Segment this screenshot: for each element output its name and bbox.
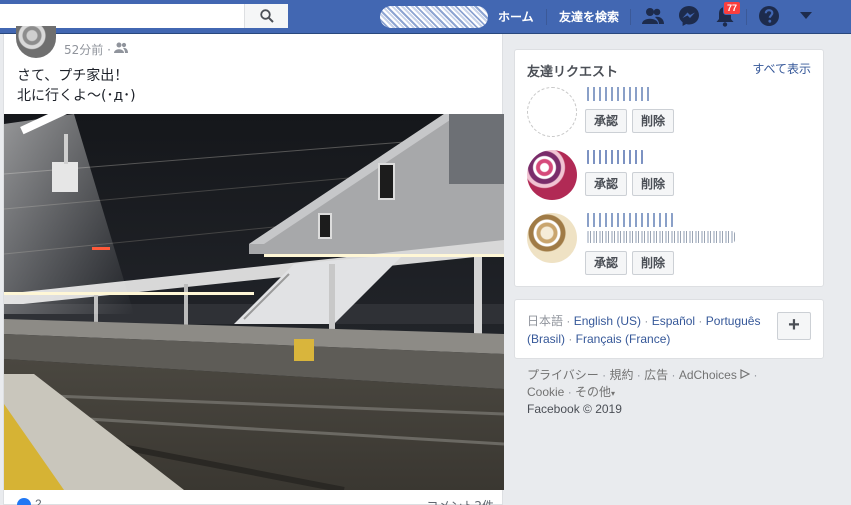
nav-divider [630,9,631,25]
feed-post: 52分前 · さて、プチ家出！ 北に行くよ〜(･д･) 2 [3,26,504,505]
comment-count-link[interactable]: コメント2件 [426,497,494,505]
requester-name[interactable] [585,87,653,101]
search-box[interactable] [0,4,288,28]
language-link-french[interactable]: Français (France) [576,332,671,346]
station-platform-photo [4,114,504,490]
find-friends-link[interactable]: 友達を検索 [559,8,619,25]
nav-divider [746,9,747,25]
footer-link-more[interactable]: その他 [575,385,611,399]
more-languages-button[interactable]: + [777,312,811,340]
requester-avatar[interactable] [527,213,577,263]
nav-divider [546,9,547,25]
reaction-count[interactable]: 2 [35,497,42,505]
caret-down-icon: ▾ [611,389,616,398]
search-input[interactable] [6,7,236,25]
current-language: 日本語 [527,314,564,328]
requester-mutual-info [585,231,735,243]
home-link[interactable]: ホーム [498,8,534,25]
requester-name[interactable] [585,213,675,227]
post-text-line: 北に行くよ〜(･д･) [17,88,136,104]
footer-link-terms[interactable]: 規約 [609,368,633,382]
account-menu-button[interactable] [794,4,818,28]
friends-icon[interactable] [114,42,128,53]
delete-button[interactable]: 削除 [632,251,675,275]
friend-requests-card: 友達リクエスト すべて表示 承認 削除 承認 削除 承認 削除 [514,49,824,287]
confirm-button[interactable]: 承認 [585,172,628,196]
friend-requests-title: 友達リクエスト [527,65,619,80]
footer-link-adchoices[interactable]: AdChoices [679,368,737,382]
adchoices-icon [740,369,751,379]
language-link-spanish[interactable]: Español [652,314,695,328]
requester-avatar[interactable] [527,150,577,200]
footer-link-privacy[interactable]: プライバシー [527,368,599,382]
delete-button[interactable]: 削除 [632,109,675,133]
language-list: 日本語 · English (US) · Español · Português… [527,314,761,346]
confirm-button[interactable]: 承認 [585,109,628,133]
friend-request-item: 承認 削除 [527,87,815,143]
like-reaction-icon[interactable] [17,498,31,505]
requester-avatar[interactable] [527,87,577,137]
post-author-avatar[interactable] [16,26,56,58]
post-photo[interactable] [4,114,504,490]
help-button[interactable] [757,4,781,28]
profile-name-link[interactable] [380,6,488,28]
help-icon [759,6,779,26]
search-button[interactable] [244,4,288,28]
confirm-button[interactable]: 承認 [585,251,628,275]
see-all-link[interactable]: すべて表示 [752,60,811,77]
post-text-line: さて、プチ家出！ [17,68,129,84]
delete-button[interactable]: 削除 [632,172,675,196]
post-message: さて、プチ家出！ 北に行くよ〜(･д･) [17,66,136,106]
friend-requests-button[interactable] [641,4,665,28]
post-reactions-bar: 2 コメント2件 [4,490,504,505]
caret-down-icon [800,12,812,19]
top-navigation-bar: ホーム 友達を検索 77 [0,0,851,34]
post-timestamp[interactable]: 52分前 · [64,41,111,58]
language-selector-card: 日本語 · English (US) · Español · Português… [514,299,824,359]
footer-link-ads[interactable]: 広告 [644,368,668,382]
search-icon [259,9,274,23]
messenger-icon [679,6,699,26]
footer-link-cookie[interactable]: Cookie [527,385,564,399]
friend-request-item: 承認 削除 [527,213,815,275]
language-link-english[interactable]: English (US) [574,314,641,328]
requester-name[interactable] [585,150,645,164]
footer-links: プライバシー · 規約 · 広告 · AdChoices · Cookie · … [527,368,758,399]
notification-count-badge: 77 [723,1,742,15]
copyright: Facebook © 2019 [527,402,622,416]
friend-request-item: 承認 削除 [527,150,815,206]
messenger-button[interactable] [677,4,701,28]
friends-icon [642,8,664,24]
